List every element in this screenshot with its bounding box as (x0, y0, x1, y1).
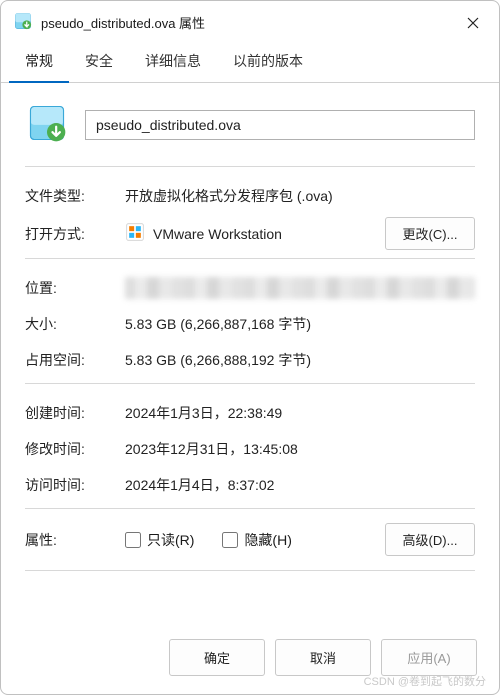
label-accessed: 访问时间: (25, 475, 125, 495)
value-size: 5.83 GB (6,266,887,168 字节) (125, 314, 475, 334)
file-type-icon (25, 101, 69, 148)
close-icon (467, 17, 479, 29)
separator (25, 383, 475, 384)
openswith-app: VMware Workstation (153, 226, 282, 242)
label-size: 大小: (25, 314, 125, 334)
separator (25, 570, 475, 571)
hidden-checkbox-wrap[interactable]: 隐藏(H) (222, 530, 291, 550)
value-openswith: VMware Workstation 更改(C)... (125, 217, 475, 250)
tab-bar: 常规 安全 详细信息 以前的版本 (1, 42, 499, 83)
row-size: 大小: 5.83 GB (6,266,887,168 字节) (25, 309, 475, 339)
vmware-icon (125, 222, 145, 245)
value-sizeondisk: 5.83 GB (6,266,888,192 字节) (125, 350, 475, 370)
label-location: 位置: (25, 278, 125, 298)
hidden-label: 隐藏(H) (244, 530, 291, 550)
window-icon (13, 11, 33, 34)
value-filetype: 开放虚拟化格式分发程序包 (.ova) (125, 186, 475, 206)
readonly-label: 只读(R) (147, 530, 194, 550)
row-sizeondisk: 占用空间: 5.83 GB (6,266,888,192 字节) (25, 345, 475, 375)
row-modified: 修改时间: 2023年12月31日，13:45:08 (25, 434, 475, 464)
redacted-location (125, 277, 475, 299)
titlebar: pseudo_distributed.ova 属性 (1, 1, 499, 42)
tab-previous-versions[interactable]: 以前的版本 (217, 43, 319, 83)
label-filetype: 文件类型: (25, 186, 125, 206)
close-button[interactable] (459, 12, 487, 34)
apply-button[interactable]: 应用(A) (381, 639, 477, 676)
label-attributes: 属性: (25, 530, 125, 550)
label-modified: 修改时间: (25, 439, 125, 459)
readonly-checkbox[interactable] (125, 532, 141, 548)
advanced-button[interactable]: 高级(D)... (385, 523, 475, 556)
value-modified: 2023年12月31日，13:45:08 (125, 439, 475, 459)
separator (25, 508, 475, 509)
change-button[interactable]: 更改(C)... (385, 217, 475, 250)
separator (25, 258, 475, 259)
label-created: 创建时间: (25, 403, 125, 423)
row-accessed: 访问时间: 2024年1月4日，8:37:02 (25, 470, 475, 500)
row-filetype: 文件类型: 开放虚拟化格式分发程序包 (.ova) (25, 181, 475, 211)
separator (25, 166, 475, 167)
ok-button[interactable]: 确定 (169, 639, 265, 676)
properties-dialog: pseudo_distributed.ova 属性 常规 安全 详细信息 以前的… (0, 0, 500, 695)
row-created: 创建时间: 2024年1月3日，22:38:49 (25, 398, 475, 428)
row-attributes: 属性: 只读(R) 隐藏(H) 高级(D)... (25, 523, 475, 556)
value-location (125, 277, 475, 299)
tab-details[interactable]: 详细信息 (129, 43, 217, 83)
tab-general[interactable]: 常规 (9, 43, 69, 83)
cancel-button[interactable]: 取消 (275, 639, 371, 676)
row-location: 位置: (25, 273, 475, 303)
hidden-checkbox[interactable] (222, 532, 238, 548)
window-title: pseudo_distributed.ova 属性 (41, 13, 451, 32)
tab-security[interactable]: 安全 (69, 43, 129, 83)
filename-row (25, 101, 475, 148)
dialog-footer: 确定 取消 应用(A) (1, 625, 499, 694)
readonly-checkbox-wrap[interactable]: 只读(R) (125, 530, 194, 550)
attribute-checks: 只读(R) 隐藏(H) 高级(D)... (125, 523, 475, 556)
row-openswith: 打开方式: VMware Workstation 更改(C)... (25, 217, 475, 250)
value-created: 2024年1月3日，22:38:49 (125, 403, 475, 423)
general-panel: 文件类型: 开放虚拟化格式分发程序包 (.ova) 打开方式: VMware W… (1, 83, 499, 625)
label-openswith: 打开方式: (25, 224, 125, 244)
label-sizeondisk: 占用空间: (25, 350, 125, 370)
filename-input[interactable] (85, 110, 475, 140)
value-accessed: 2024年1月4日，8:37:02 (125, 475, 475, 495)
